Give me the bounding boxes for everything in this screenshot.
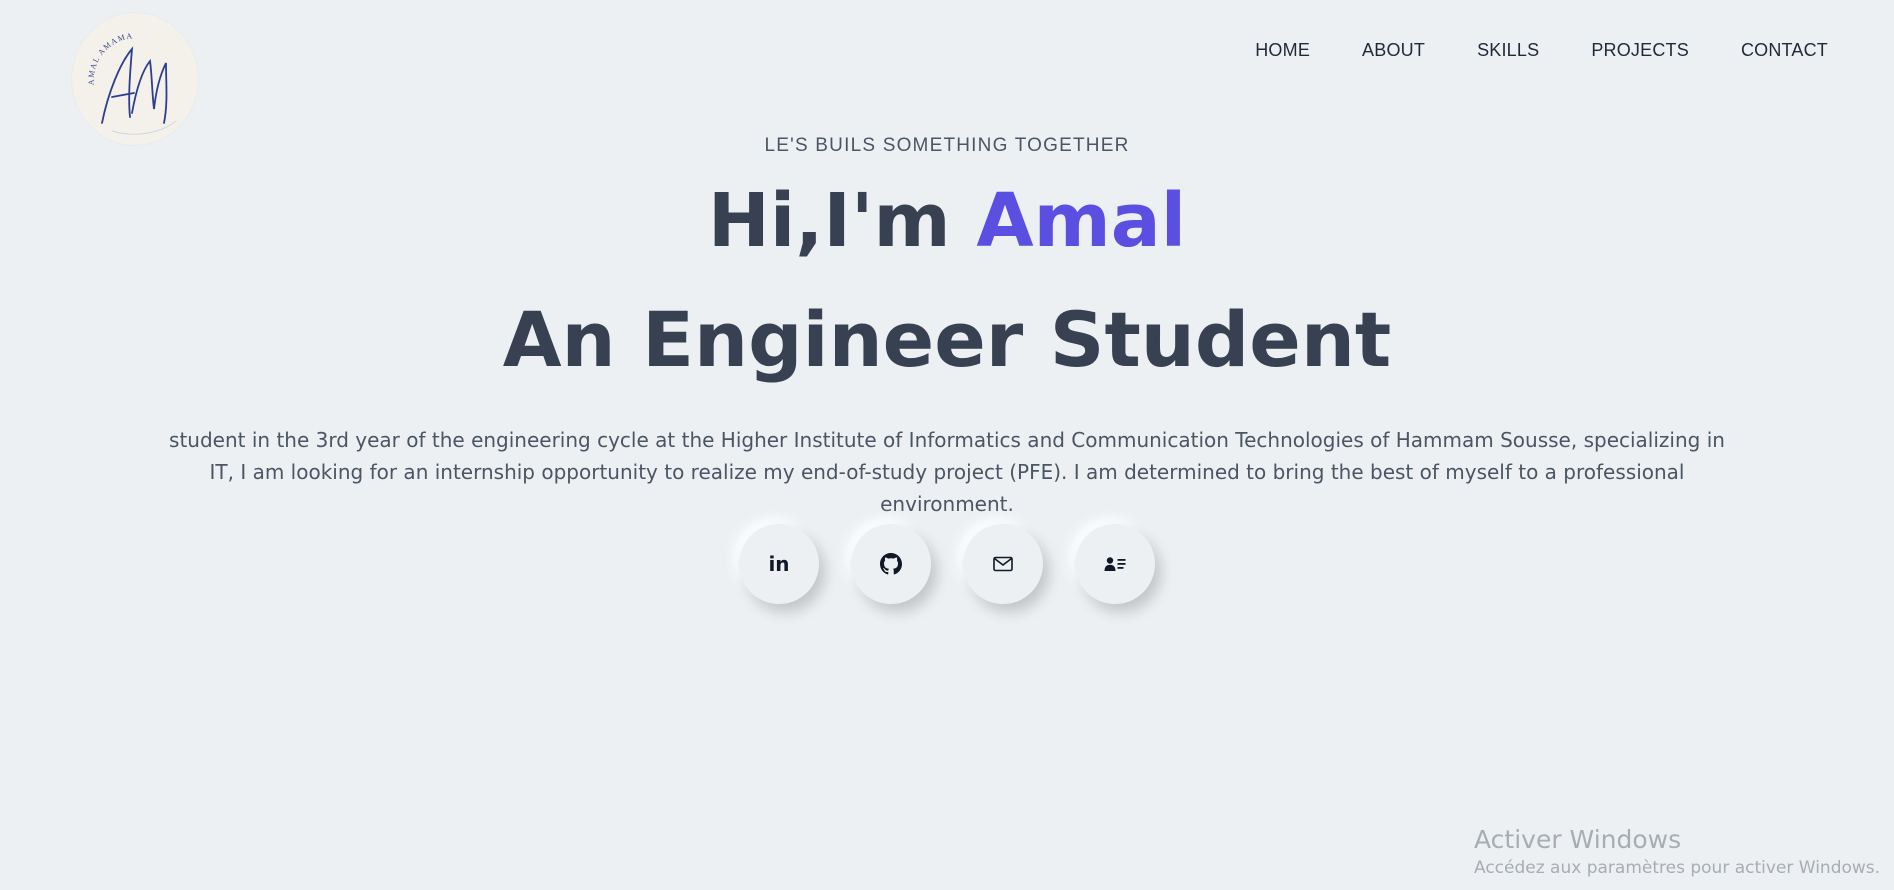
nav-item-skills[interactable]: SKILLS: [1477, 40, 1539, 61]
watermark-subtitle: Accédez aux paramètres pour activer Wind…: [1474, 858, 1881, 878]
github-button[interactable]: [851, 524, 931, 604]
linkedin-glyph: in: [768, 552, 790, 576]
greeting-name: Amal: [976, 178, 1187, 264]
logo-signature-stroke: [101, 46, 168, 124]
main-nav: HOME ABOUT SKILLS PROJECTS CONTACT: [1203, 40, 1828, 61]
hero-tagline: LE'S BUILS SOMETHING TOGETHER: [764, 135, 1130, 156]
logo-ring-text: AMAL AMAMA: [87, 31, 133, 85]
hero-section: LE'S BUILS SOMETHING TOGETHER Hi,I'm Ama…: [0, 134, 1894, 520]
hero-role: An Engineer Student: [502, 295, 1392, 384]
mail-icon: [991, 552, 1015, 576]
logo-underline: [111, 120, 177, 135]
hero-greeting: Hi,I'm Amal: [0, 178, 1894, 264]
nav-item-contact[interactable]: CONTACT: [1741, 40, 1828, 61]
social-links: in: [0, 524, 1894, 604]
site-header: AMAL AMAMA HOME ABOUT SKILLS PROJECTS CO…: [0, 0, 1894, 145]
logo-monogram-image: AMAL AMAMA: [87, 31, 177, 135]
nav-item-projects[interactable]: PROJECTS: [1591, 40, 1689, 61]
linkedin-button[interactable]: in: [739, 524, 819, 604]
hero-description: student in the 3rd year of the engineeri…: [169, 428, 1725, 516]
contact-card-button[interactable]: [1075, 524, 1155, 604]
email-button[interactable]: [963, 524, 1043, 604]
linkedin-icon: in: [767, 552, 791, 576]
contact-card-icon: [1103, 552, 1127, 576]
nav-item-home[interactable]: HOME: [1255, 40, 1310, 61]
nav-item-about[interactable]: ABOUT: [1362, 40, 1425, 61]
windows-activation-watermark: Activer Windows Accédez aux paramètres p…: [1474, 824, 1880, 880]
greeting-prefix: Hi,I'm: [707, 178, 977, 264]
logo[interactable]: AMAL AMAMA: [72, 13, 198, 145]
watermark-title: Activer Windows: [1474, 825, 1682, 854]
github-icon: [879, 552, 903, 576]
svg-text:AMAL AMAMA: AMAL AMAMA: [87, 31, 134, 85]
